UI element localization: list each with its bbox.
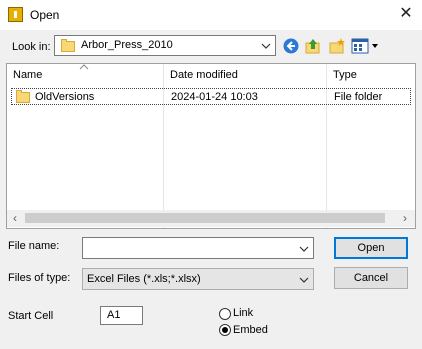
column-header-type[interactable]: Type [333,64,357,86]
title-bar [0,0,422,30]
folder-icon [16,90,30,103]
scroll-left-icon[interactable]: ‹ [9,211,21,225]
file-type: File folder [334,91,383,103]
radio-embed[interactable] [219,324,231,336]
new-folder-icon[interactable] [328,37,346,55]
file-type-label: Files of type: [8,272,71,284]
scroll-right-icon[interactable]: › [399,211,411,225]
column-header-date[interactable]: Date modified [170,64,238,86]
column-header-name[interactable]: Name [13,64,42,86]
radio-link[interactable] [219,308,231,320]
chevron-down-icon [299,246,309,252]
app-icon [8,7,23,22]
radio-link-label[interactable]: Link [233,307,253,319]
horizontal-scrollbar[interactable]: ‹ › [7,210,415,227]
view-menu-icon[interactable] [351,38,379,54]
close-icon[interactable]: ✕ [396,3,416,25]
chevron-down-icon [299,277,309,283]
file-row[interactable]: OldVersions 2024-01-24 10:03 File folder [11,88,411,105]
up-folder-icon[interactable] [304,37,322,55]
open-button[interactable]: Open [334,237,408,259]
scrollbar-thumb[interactable] [25,213,385,223]
folder-icon [61,39,75,52]
start-cell-input[interactable]: A1 [100,306,143,325]
file-date: 2024-01-24 10:03 [171,91,258,103]
chevron-down-icon [261,43,271,49]
sort-ascending-icon [79,64,89,70]
look-in-combo[interactable]: Arbor_Press_2010 [54,35,276,56]
file-list[interactable]: Name Date modified Type OldVersions 2024… [6,63,416,229]
file-name-combo[interactable] [82,237,314,259]
start-cell-label: Start Cell [8,310,54,322]
file-type-select[interactable]: Excel Files (*.xls;*.xlsx) [82,268,314,290]
look-in-label: Look in: [12,41,51,53]
cancel-button[interactable]: Cancel [334,267,408,289]
window-title: Open [30,8,60,22]
file-name: OldVersions [35,91,95,103]
look-in-value: Arbor_Press_2010 [81,39,173,51]
radio-embed-label[interactable]: Embed [233,324,268,336]
back-icon[interactable] [282,37,300,55]
file-name-label: File name: [8,240,60,252]
file-type-value: Excel Files (*.xls;*.xlsx) [87,273,201,285]
